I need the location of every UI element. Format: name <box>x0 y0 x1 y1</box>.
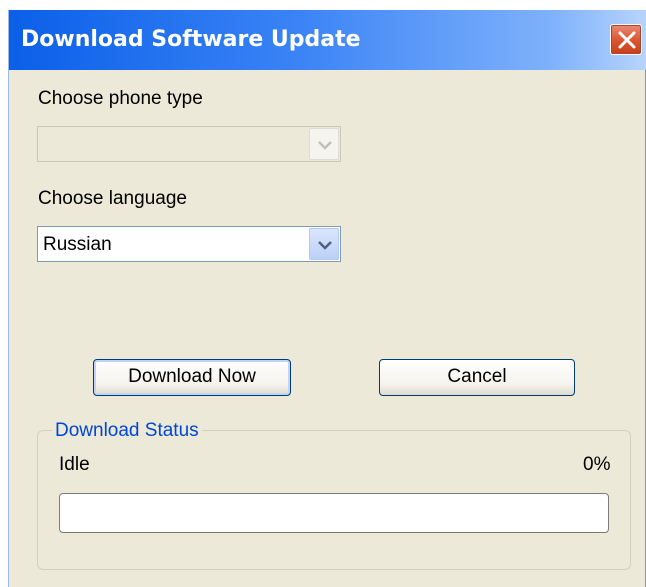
status-text: Idle <box>59 454 90 475</box>
language-dropdown[interactable]: Russian <box>37 226 341 262</box>
phone-type-label: Choose phone type <box>38 88 203 109</box>
cancel-button[interactable]: Cancel <box>379 359 575 396</box>
close-icon <box>618 31 636 49</box>
close-button[interactable] <box>610 24 642 55</box>
language-value: Russian <box>43 234 112 255</box>
phone-type-dropdown[interactable] <box>37 126 341 162</box>
chevron-down-icon <box>318 141 332 150</box>
title-bar[interactable]: Download Software Update <box>9 10 646 70</box>
download-now-button[interactable]: Download Now <box>93 359 291 396</box>
chevron-down-icon <box>318 241 332 250</box>
language-dropdown-button[interactable] <box>309 228 339 260</box>
phone-type-dropdown-button[interactable] <box>309 128 339 160</box>
progress-percent: 0% <box>583 454 611 475</box>
language-label: Choose language <box>38 188 187 209</box>
window-title: Download Software Update <box>21 27 361 52</box>
dialog-window: Download Software Update Choose phone ty… <box>8 10 646 587</box>
download-status-title: Download Status <box>52 420 202 442</box>
progress-bar <box>59 493 609 533</box>
